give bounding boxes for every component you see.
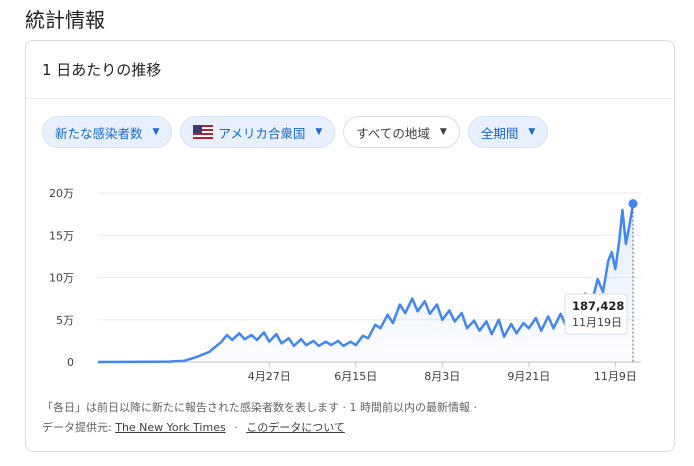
- region-dropdown[interactable]: すべての地域 ▼: [343, 116, 460, 148]
- card-footer: 「各日」は前日以降に新たに報告された感染者数を表します · 1 時間前以内の最新…: [42, 398, 477, 438]
- caret-down-icon: ▼: [315, 127, 323, 137]
- chart-tooltip: 187,428 11月19日: [564, 293, 628, 335]
- y-tick-label: 20万: [49, 187, 74, 200]
- x-tick-label: 9月21日: [507, 370, 550, 383]
- y-tick-label: 15万: [49, 229, 74, 242]
- tooltip-value: 187,428: [572, 299, 624, 313]
- region-dropdown-label: すべての地域: [356, 125, 430, 141]
- footer-separator: ·: [234, 421, 238, 434]
- country-dropdown-label: アメリカ合衆国: [218, 125, 306, 141]
- about-data-link[interactable]: このデータについて: [246, 421, 345, 434]
- x-tick-label: 11月9日: [594, 370, 637, 383]
- caret-down-icon: ▼: [439, 127, 447, 137]
- metric-dropdown[interactable]: 新たな感染者数 ▼: [42, 116, 173, 148]
- card-header: 1 日あたりの推移: [26, 41, 674, 99]
- cases-line-chart[interactable]: 0 5万 10万 15万 20万 4月27日 6月15日 8月3日 9月21日 11月9日 18…: [26, 171, 676, 391]
- tooltip-date: 11月19日: [572, 316, 622, 329]
- y-tick-label: 10万: [49, 272, 74, 285]
- y-tick-label: 5万: [56, 314, 74, 327]
- nyt-source-link[interactable]: The New York Times: [115, 421, 225, 434]
- period-dropdown[interactable]: 全期間 ▼: [467, 116, 549, 148]
- x-tick-label: 8月3日: [424, 370, 460, 383]
- us-flag-icon: [193, 125, 214, 139]
- chart-area[interactable]: 0 5万 10万 15万 20万 4月27日 6月15日 8月3日 9月21日 11月9日 18…: [26, 171, 676, 391]
- metric-dropdown-label: 新たな感染者数: [55, 125, 143, 141]
- footer-note: 「各日」は前日以降に新たに報告された感染者数を表します · 1 時間前以内の最新…: [42, 401, 477, 414]
- period-dropdown-label: 全期間: [480, 125, 519, 141]
- hover-point: [628, 199, 638, 209]
- source-label: データ提供元:: [42, 421, 112, 434]
- x-tick-label: 6月15日: [334, 370, 377, 383]
- country-dropdown[interactable]: アメリカ合衆国 ▼: [180, 116, 336, 148]
- caret-down-icon: ▼: [152, 127, 160, 137]
- y-tick-label: 0: [67, 356, 74, 369]
- caret-down-icon: ▼: [528, 127, 536, 137]
- daily-trend-card: 1 日あたりの推移 新たな感染者数 ▼ アメリカ合衆国 ▼ すべての地域 ▼ 全…: [25, 40, 675, 452]
- footer-source-line: データ提供元: The New York Times · このデータについて: [42, 418, 477, 438]
- x-tick-label: 4月27日: [248, 370, 291, 383]
- filter-bar: 新たな感染者数 ▼ アメリカ合衆国 ▼ すべての地域 ▼ 全期間 ▼: [42, 116, 549, 148]
- page-title: 統計情報: [25, 8, 105, 32]
